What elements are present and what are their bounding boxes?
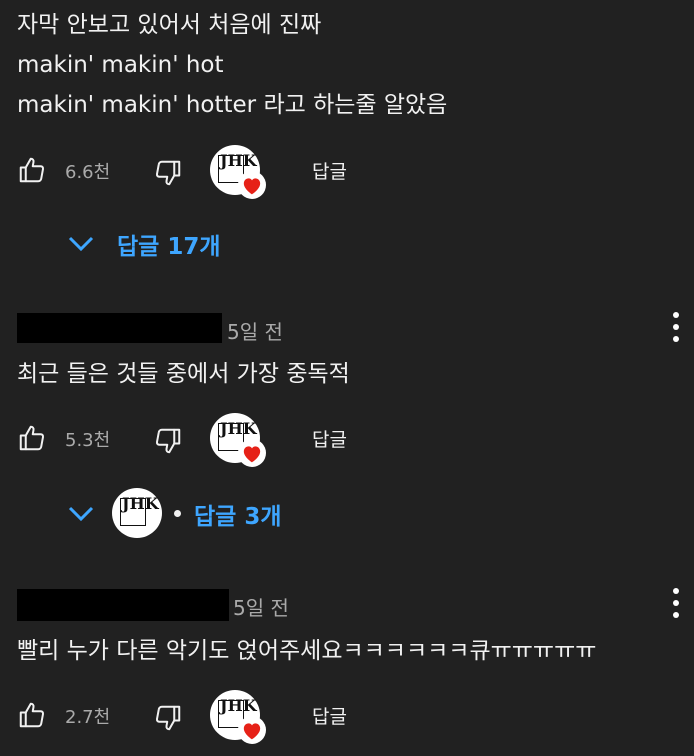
like-button[interactable]: [17, 155, 47, 185]
like-button[interactable]: [17, 423, 47, 453]
view-replies-toggle[interactable]: 답글 17개: [62, 224, 242, 264]
more-actions-button[interactable]: [673, 588, 679, 618]
comment-timestamp: 5일 전: [233, 596, 289, 620]
view-replies-label: 답글 17개: [117, 234, 221, 260]
dislike-button[interactable]: [153, 703, 183, 733]
creator-heart-avatar: JHK: [210, 690, 266, 744]
creator-logo-text: JHK: [220, 419, 257, 438]
heart-icon: [238, 171, 266, 199]
kebab-menu-icon: [673, 588, 679, 594]
thumb-up-icon: [19, 702, 45, 728]
creator-heart-avatar: JHK: [210, 145, 266, 199]
thumb-down-icon: [155, 160, 181, 186]
dislike-button[interactable]: [153, 426, 183, 456]
creator-logo-text: JHK: [220, 151, 257, 170]
comment-text-line-1: 자막 안보고 있어서 처음에 진짜: [17, 12, 322, 38]
redacted-username: [17, 589, 229, 621]
thumb-down-icon: [155, 705, 181, 731]
view-replies-toggle[interactable]: JHK 답글 3개: [62, 488, 302, 538]
like-count: 2.7천: [65, 707, 111, 728]
more-actions-button[interactable]: [673, 312, 679, 342]
comment-text: 빨리 누가 다른 악기도 얹어주세요ㅋㅋㅋㅋㅋㅋ큐ㅠㅠㅠㅠㅠ: [17, 638, 597, 664]
like-count: 5.3천: [65, 430, 111, 451]
comment-text-line-2: makin' makin' hot: [17, 52, 224, 78]
comment-text-line-3: makin' makin' hotter 라고 하는줄 알았음: [17, 92, 448, 118]
like-count: 6.6천: [65, 162, 111, 183]
separator-dot: [174, 510, 181, 517]
chevron-down-icon: [68, 236, 94, 252]
creator-reply-avatar: JHK: [112, 488, 162, 538]
comment-timestamp: 5일 전: [227, 320, 283, 344]
creator-logo-text: JHK: [220, 696, 257, 715]
thumb-up-icon: [19, 157, 45, 183]
thumb-up-icon: [19, 425, 45, 451]
thumb-down-icon: [155, 428, 181, 454]
view-replies-label: 답글 3개: [194, 504, 282, 530]
chevron-down-icon: [68, 506, 94, 522]
creator-logo-text: JHK: [122, 494, 159, 513]
reply-button[interactable]: 답글: [312, 157, 347, 184]
heart-icon: [238, 716, 266, 744]
like-button[interactable]: [17, 700, 47, 730]
comment-text: 최근 들은 것들 중에서 가장 중독적: [17, 361, 350, 387]
reply-button[interactable]: 답글: [312, 425, 347, 452]
kebab-menu-icon: [673, 312, 679, 318]
reply-button[interactable]: 답글: [312, 702, 347, 729]
creator-heart-avatar: JHK: [210, 413, 266, 467]
redacted-username: [17, 313, 222, 343]
dislike-button[interactable]: [153, 158, 183, 188]
heart-icon: [238, 439, 266, 467]
